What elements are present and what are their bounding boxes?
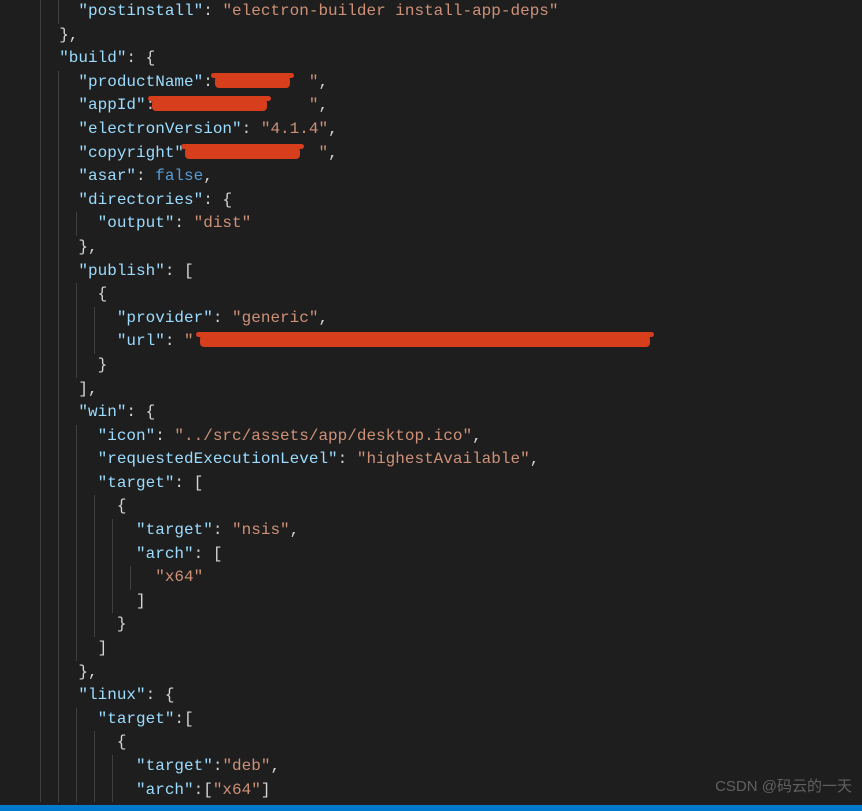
code-line: "target":"deb", (40, 755, 862, 779)
code-line: ] (40, 590, 862, 614)
code-line: }, (40, 24, 862, 48)
code-line: } (40, 613, 862, 637)
code-line: "electronVersion": "4.1.4", (40, 118, 862, 142)
code-line: "productName": "C ", (40, 71, 862, 95)
code-line: "target": [ (40, 472, 862, 496)
code-line: "arch":["x64"] (40, 779, 862, 803)
code-line: "requestedExecutionLevel": "highestAvail… (40, 448, 862, 472)
code-line: "provider": "generic", (40, 307, 862, 331)
code-line: ] (40, 637, 862, 661)
code-line: "url": " " (40, 330, 862, 354)
code-line: "target": "nsis", (40, 519, 862, 543)
code-line: { (40, 495, 862, 519)
code-line: "linux": { (40, 684, 862, 708)
code-line: "publish": [ (40, 260, 862, 284)
code-line: "target":[ (40, 708, 862, 732)
code-line: "copyright": " ", (40, 142, 862, 166)
code-line: "win": { (40, 401, 862, 425)
code-line: "icon": "../src/assets/app/desktop.ico", (40, 425, 862, 449)
code-editor[interactable]: "postinstall": "electron-builder install… (0, 0, 862, 811)
code-line: "arch": [ (40, 543, 862, 567)
code-line: "output": "dist" (40, 212, 862, 236)
code-line: }, (40, 661, 862, 685)
code-line: ], (40, 378, 862, 402)
code-line: "build": { (40, 47, 862, 71)
code-line: "directories": { (40, 189, 862, 213)
code-line: }, (40, 236, 862, 260)
code-line: } (40, 354, 862, 378)
code-line: "appId": " ", (40, 94, 862, 118)
code-line: { (40, 283, 862, 307)
code-line: "asar": false, (40, 165, 862, 189)
status-bar[interactable] (0, 805, 862, 811)
code-line: "postinstall": "electron-builder install… (40, 0, 862, 24)
code-line: { (40, 731, 862, 755)
code-line: "x64" (40, 566, 862, 590)
